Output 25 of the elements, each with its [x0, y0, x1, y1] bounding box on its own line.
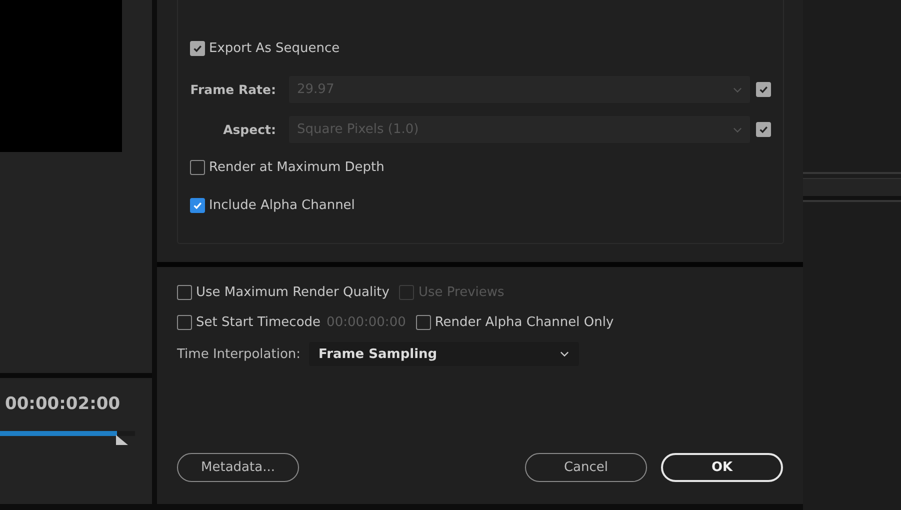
timecode: 00:00:02:00: [4, 394, 122, 414]
checkbox-label: Export As Sequence: [209, 40, 340, 56]
check-icon: [758, 84, 769, 95]
ok-button[interactable]: OK: [661, 453, 783, 482]
checkbox-label: Render at Maximum Depth: [209, 160, 384, 175]
dropdown[interactable]: Frame Sampling: [308, 342, 579, 366]
checkbox-label: Include Alpha Channel: [209, 198, 355, 213]
timecode-value: 00:00:00:00: [326, 314, 406, 330]
checkbox[interactable]: [416, 314, 431, 330]
chevron-icon: [733, 86, 742, 92]
chevron-icon: [733, 126, 742, 132]
dialog-button[interactable]: Metadata...: [177, 453, 299, 482]
field-label: Aspect:: [222, 122, 276, 137]
checkbox[interactable]: [190, 160, 205, 175]
checkbox-label: Set Start Timecode: [196, 314, 321, 330]
chevron-icon: [560, 351, 569, 357]
checkbox-label: Use Maximum Render Quality: [196, 284, 390, 300]
check-icon: [758, 124, 769, 135]
dialog-button[interactable]: Cancel: [525, 453, 647, 482]
checkbox-label: Use Previews: [418, 284, 504, 300]
checkbox-label: Render Alpha Channel Only: [434, 314, 614, 330]
checkbox[interactable]: [177, 314, 192, 330]
field-label: Frame Rate:: [190, 82, 276, 97]
checkbox[interactable]: [177, 284, 192, 300]
field-label: Time Interpolation:: [177, 346, 301, 362]
